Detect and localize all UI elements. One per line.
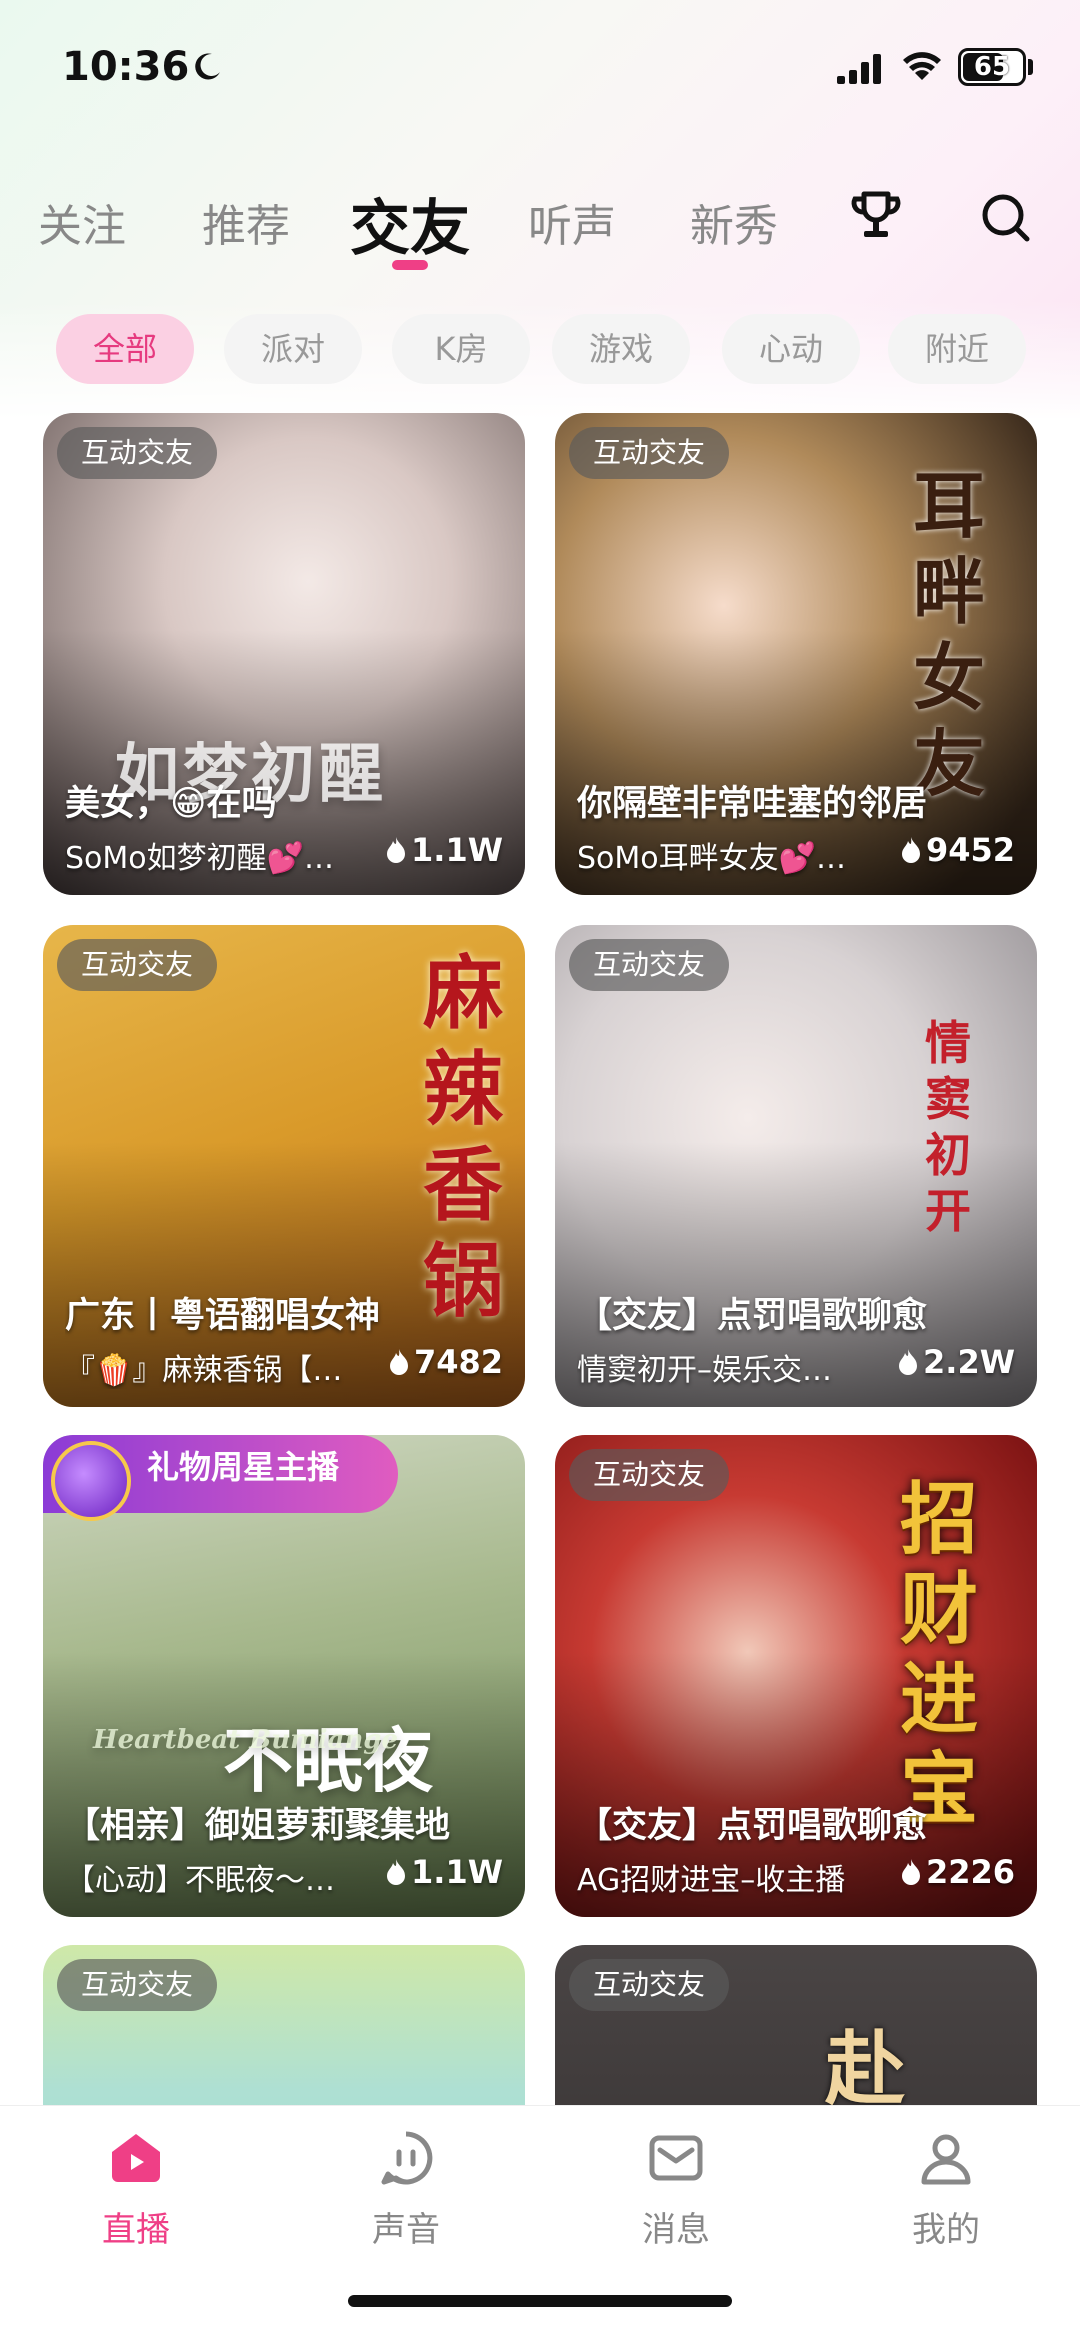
status-bar: 10:36 65 <box>0 0 1080 135</box>
room-title: 【交友】点罚唱歌聊愈 <box>577 1806 928 1846</box>
tabbar-label: 声音 <box>372 2210 440 2250</box>
cover-logo-text: 耳畔女友 <box>913 463 986 806</box>
room-category-tag: 互动交友 <box>57 939 218 991</box>
popularity-count: 1.1W <box>411 1853 503 1891</box>
room-popularity: 2226 <box>900 1853 1015 1891</box>
battery-cap <box>1028 59 1033 75</box>
cover-logo-text: 不眠夜 <box>223 1719 433 1802</box>
chip-heartbeat[interactable]: 心动 <box>722 314 860 384</box>
room-host-name: 【心动】不眠夜～… <box>65 1863 335 1898</box>
tab-listen[interactable]: 听声 <box>528 190 616 254</box>
room-popularity: 9452 <box>900 831 1015 869</box>
trophy-icon[interactable] <box>848 188 904 244</box>
wifi-icon <box>903 52 941 80</box>
flame-icon <box>387 837 406 863</box>
room-popularity: 7482 <box>388 1343 503 1381</box>
popularity-count: 1.1W <box>411 831 503 869</box>
room-category-tag: 互动交友 <box>569 939 730 991</box>
popularity-count: 9452 <box>925 831 1015 869</box>
tabbar-item-live[interactable]: 直播 <box>66 2128 206 2268</box>
tabbar-label: 直播 <box>102 2210 170 2250</box>
room-title: 美女，😁在吗 <box>65 784 277 824</box>
room-card[interactable]: 不眠夜 Heartbeat Bumiange 礼物周星主播 【相亲】御姐萝莉聚集… <box>43 1435 525 1917</box>
room-title: 你隔壁非常哇塞的邻居 <box>577 784 928 824</box>
room-popularity: 1.1W <box>385 1853 503 1891</box>
status-time: 10:36 <box>62 44 190 90</box>
room-host-name: SoMo如梦初醒💕… <box>65 841 334 876</box>
weekly-star-badge-icon <box>51 1441 131 1521</box>
room-host-name: AG招财进宝–收主播 <box>577 1863 846 1898</box>
filter-chips: 全部 派对 K房 游戏 心动 附近 <box>0 314 1080 386</box>
voice-icon <box>381 2131 433 2185</box>
profile-icon <box>921 2134 971 2185</box>
popularity-count: 7482 <box>413 1343 503 1381</box>
cover-logo-text: 麻辣香锅 <box>423 946 503 1328</box>
room-host-name: SoMo耳畔女友💕… <box>577 841 846 876</box>
chip-karaoke[interactable]: K房 <box>392 314 530 384</box>
room-host-name: 『🍿』麻辣香锅【… <box>65 1353 343 1388</box>
tabbar-item-voice[interactable]: 声音 <box>336 2128 476 2268</box>
chip-party[interactable]: 派对 <box>224 314 362 384</box>
flame-icon <box>899 1349 918 1375</box>
room-category-tag: 互动交友 <box>569 427 730 479</box>
cellular-signal-icon <box>837 54 881 84</box>
tab-recommend[interactable]: 推荐 <box>202 190 290 254</box>
tab-follow[interactable]: 关注 <box>38 190 126 254</box>
popularity-count: 2.2W <box>923 1343 1015 1381</box>
message-icon <box>649 2135 703 2181</box>
room-category-tag: 互动交友 <box>569 1449 730 1501</box>
cover-logo-text: 招财进宝 <box>900 1474 979 1835</box>
tabbar-item-profile[interactable]: 我的 <box>876 2128 1016 2268</box>
moon-icon <box>195 53 220 80</box>
main-tabs: 关注 推荐 交友 听声 新秀 <box>0 180 1080 280</box>
flame-icon <box>901 1859 920 1885</box>
room-card[interactable]: 如梦初醒 互动交友 美女，😁在吗 SoMo如梦初醒💕… 1.1W <box>43 413 525 895</box>
flame-icon <box>389 1349 408 1375</box>
room-card[interactable]: 麻辣香锅 互动交友 广东丨粤语翻唱女神 『🍿』麻辣香锅【… 7482 <box>43 925 525 1407</box>
popularity-count: 2226 <box>925 1853 1015 1891</box>
tab-make-friends[interactable]: 交友 <box>350 180 470 267</box>
chip-all[interactable]: 全部 <box>56 314 194 384</box>
active-tab-indicator <box>392 260 428 270</box>
live-home-icon <box>112 2134 160 2182</box>
room-card[interactable]: 招财进宝 互动交友 【交友】点罚唱歌聊愈 AG招财进宝–收主播 2226 <box>555 1435 1037 1917</box>
cover-logo-subtext: Heartbeat Bumiange <box>93 1725 399 1755</box>
tab-new-stars[interactable]: 新秀 <box>690 190 778 254</box>
room-title: 广东丨粤语翻唱女神 <box>65 1296 381 1336</box>
room-category-tag: 互动交友 <box>57 1959 218 2011</box>
search-icon[interactable] <box>978 190 1032 244</box>
tabbar-item-messages[interactable]: 消息 <box>606 2128 746 2268</box>
room-host-name: 情窦初开–娱乐交… <box>577 1353 832 1388</box>
home-indicator <box>348 2295 732 2307</box>
tabbar-label: 我的 <box>912 2210 980 2250</box>
battery-indicator: 65 <box>958 48 1026 86</box>
cover-logo-text: 赴 <box>825 2022 905 2116</box>
room-title: 【交友】点罚唱歌聊愈 <box>577 1296 928 1336</box>
battery-level: 65 <box>973 52 1011 82</box>
room-popularity: 1.1W <box>385 831 503 869</box>
room-card[interactable]: 情窦初开 互动交友 【交友】点罚唱歌聊愈 情窦初开–娱乐交… 2.2W <box>555 925 1037 1407</box>
chip-games[interactable]: 游戏 <box>552 314 690 384</box>
room-category-tag: 互动交友 <box>57 427 218 479</box>
room-card[interactable]: 耳畔女友 互动交友 你隔壁非常哇塞的邻居 SoMo耳畔女友💕… 9452 <box>555 413 1037 895</box>
flame-icon <box>901 837 920 863</box>
tabbar-label: 消息 <box>642 2210 710 2250</box>
flame-icon <box>387 1859 406 1885</box>
room-popularity: 2.2W <box>897 1343 1015 1381</box>
cover-logo-text: 情窦初开 <box>925 1016 971 1238</box>
room-category-tag: 互动交友 <box>569 1959 730 2011</box>
chip-nearby[interactable]: 附近 <box>888 314 1026 384</box>
room-title: 【相亲】御姐萝莉聚集地 <box>65 1806 451 1846</box>
